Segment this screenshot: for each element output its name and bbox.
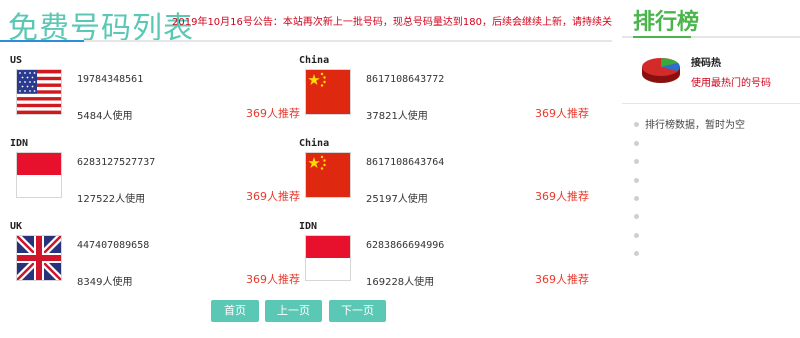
phone-number[interactable]: 6283127527737 [77, 157, 155, 168]
list-bullet [634, 122, 639, 127]
ranking-empty-message: 排行榜数据，暂时为空 [645, 120, 745, 131]
recommend-count: 369人推荐 [246, 190, 300, 203]
app-description: 使用最热门的号码 [691, 78, 771, 89]
list-bullet [634, 141, 639, 146]
number-card-china[interactable]: China 8617108643764 25197人使用 369人推荐 [299, 138, 589, 212]
pie-chart-icon [640, 54, 682, 86]
ranking-title: 排行榜 [633, 10, 700, 35]
country-label: IDN [299, 221, 318, 232]
number-card-uk[interactable]: UK 447407089658 8349人使用 369人推荐 [10, 221, 300, 295]
country-label: IDN [10, 138, 29, 149]
number-card-idn[interactable]: IDN 6283127527737 127522人使用 369人推荐 [10, 138, 300, 212]
recommend-count: 369人推荐 [535, 273, 589, 286]
app-name[interactable]: 接码热 [691, 54, 721, 69]
list-bullet [634, 159, 639, 164]
list-bullet [634, 196, 639, 201]
list-bullet [634, 233, 639, 238]
list-bullet [634, 178, 639, 183]
usage-count: 169228人使用 [366, 277, 435, 288]
usage-count: 127522人使用 [77, 194, 146, 205]
indonesia-flag-icon [305, 235, 351, 281]
list-bullet [634, 214, 639, 219]
recommend-count: 369人推荐 [535, 107, 589, 120]
prev-page-button[interactable]: 上一页 [265, 300, 322, 322]
phone-number[interactable]: 8617108643772 [366, 74, 444, 85]
usage-count: 8349人使用 [77, 277, 133, 288]
title-divider [0, 40, 612, 42]
next-page-button[interactable]: 下一页 [329, 300, 386, 322]
ranking-divider-accent [633, 36, 691, 38]
phone-number[interactable]: 19784348561 [77, 74, 143, 85]
ranking-separator [622, 103, 800, 104]
country-label: China [299, 55, 330, 66]
usage-count: 5484人使用 [77, 111, 133, 122]
announcement-notice: 2019年10月16号公告：本站再次新上一批号码，现总号码量达到180，后续会继… [172, 17, 612, 28]
list-bullet [634, 251, 639, 256]
usage-count: 25197人使用 [366, 194, 428, 205]
indonesia-flag-icon [16, 152, 62, 198]
us-flag-icon [16, 69, 62, 115]
country-label: UK [10, 221, 23, 232]
phone-number[interactable]: 8617108643764 [366, 157, 444, 168]
uk-flag-icon [16, 235, 62, 281]
china-flag-icon [305, 152, 351, 198]
country-label: US [10, 55, 23, 66]
phone-number[interactable]: 447407089658 [77, 240, 149, 251]
first-page-button[interactable]: 首页 [211, 300, 259, 322]
number-card-china[interactable]: China 8617108643772 37821人使用 369人推荐 [299, 55, 589, 129]
number-card-idn[interactable]: IDN 6283866694996 169228人使用 369人推荐 [299, 221, 589, 295]
usage-count: 37821人使用 [366, 111, 428, 122]
recommend-count: 369人推荐 [535, 190, 589, 203]
phone-number[interactable]: 6283866694996 [366, 240, 444, 251]
title-divider-accent [0, 40, 84, 42]
number-card-us[interactable]: US 19784348561 5484人使用 369人推荐 [10, 55, 300, 129]
recommend-count: 369人推荐 [246, 107, 300, 120]
china-flag-icon [305, 69, 351, 115]
country-label: China [299, 138, 330, 149]
recommend-count: 369人推荐 [246, 273, 300, 286]
